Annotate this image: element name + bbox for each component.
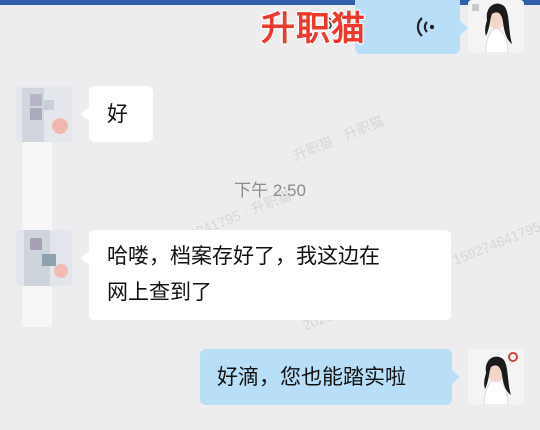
outgoing-voice-bubble[interactable] <box>355 0 468 54</box>
woman-portrait-icon <box>468 349 524 405</box>
incoming-message-bubble[interactable]: 哈喽，档案存好了，我这边在 网上查到了 <box>81 230 451 320</box>
watermark: 159274841795 <box>450 218 540 268</box>
message-text-line: 哈喽，档案存好了，我这边在 <box>107 244 380 268</box>
message-text: 好滴，您也能踏实啦 <box>217 365 406 389</box>
message-text: 好 <box>107 102 128 126</box>
own-avatar[interactable] <box>468 349 524 405</box>
woman-portrait-icon <box>468 0 524 53</box>
brand-watermark-logo: 升职猫 <box>261 9 366 49</box>
message-timestamp: 下午 2:50 <box>234 181 306 200</box>
voice-wave-icon <box>416 17 435 37</box>
outgoing-message-bubble[interactable]: 好滴，您也能踏实啦 <box>200 349 460 405</box>
own-avatar[interactable] <box>468 0 524 53</box>
watermark: 升职猫 · 升职猫 <box>290 112 386 164</box>
contact-avatar[interactable] <box>16 86 72 142</box>
message-text-line: 网上查到了 <box>107 280 212 304</box>
incoming-message-bubble[interactable]: 好 <box>81 86 153 142</box>
contact-avatar[interactable] <box>16 230 72 286</box>
